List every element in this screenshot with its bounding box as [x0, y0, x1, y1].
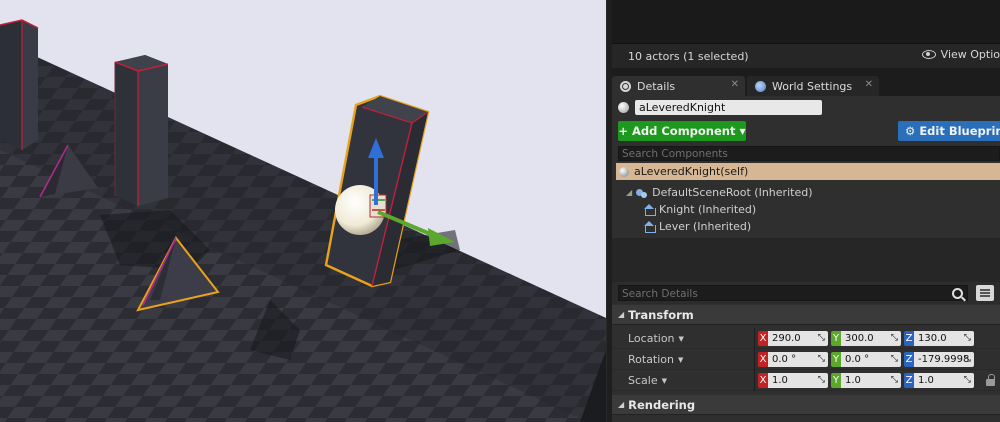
tree-item-default-scene-root[interactable]: ◢ DefaultSceneRoot (Inherited): [626, 184, 812, 201]
eye-icon: [921, 50, 936, 59]
edit-blueprint-button[interactable]: ⚙ Edit Blueprin: [898, 121, 1000, 141]
chevron-down-icon: ▼: [678, 355, 684, 364]
location-x[interactable]: X 290.0 ⤡: [758, 331, 828, 346]
chevron-down-icon: ▼: [661, 376, 667, 385]
scale-x[interactable]: X 1.0 ⤡: [758, 373, 828, 388]
location-label[interactable]: Location ▼: [628, 332, 684, 345]
tree-item-label: Knight (Inherited): [659, 203, 757, 216]
details-panel: aLeveredKnight + Add Component ▼ ⚙ Edit …: [612, 96, 1000, 422]
tab-details-label: Details: [637, 79, 676, 93]
location-row: Location ▼ X 290.0 ⤡ Y 300.0 ⤡ Z 130.0 ⤡: [612, 328, 1000, 349]
actor-count-label: 10 actors (1 selected): [628, 49, 749, 63]
lock-icon[interactable]: [986, 374, 995, 386]
scale-y[interactable]: Y 1.0 ⤡: [831, 373, 901, 388]
collapse-caret-icon: ◢: [618, 400, 625, 409]
actor-icon: [618, 101, 629, 113]
level-viewport[interactable]: [0, 0, 606, 422]
static-mesh-icon: [644, 220, 656, 233]
rotation-row: Rotation ▼ X 0.0 ° ⤡ Y 0.0 ° ⤡ Z -179.9998 ⤡: [612, 349, 1000, 370]
component-self-row[interactable]: aLeveredKnight(self): [616, 163, 1000, 180]
property-matrix-icon[interactable]: [976, 285, 994, 301]
static-mesh-icon: [644, 203, 656, 216]
scene-component-icon: [636, 187, 648, 199]
location-y[interactable]: Y 300.0 ⤡: [831, 331, 901, 346]
tree-item-label: Lever (Inherited): [659, 220, 752, 233]
rendering-category-label: Rendering: [628, 397, 696, 412]
actor-icon: [619, 166, 629, 177]
tab-close-icon[interactable]: ✕: [865, 79, 873, 90]
details-icon: [620, 80, 631, 92]
search-components-input[interactable]: Search Components: [618, 146, 1000, 161]
add-component-label: Add Component: [631, 124, 736, 138]
scale-row: Scale ▼ X 1.0 ⤡ Y 1.0 ⤡ Z 1.0 ⤡: [612, 370, 1000, 391]
pillar-left[interactable]: [0, 19, 39, 150]
scale-z-field[interactable]: 1.0 ⤡: [914, 373, 974, 388]
plus-icon: +: [618, 124, 628, 138]
location-x-field[interactable]: 290.0 ⤡: [768, 331, 828, 346]
rotation-x[interactable]: X 0.0 ° ⤡: [758, 352, 828, 367]
expand-caret-icon[interactable]: ◢: [626, 188, 632, 197]
scale-x-field[interactable]: 1.0 ⤡: [768, 373, 828, 388]
scale-z[interactable]: Z 1.0 ⤡: [904, 373, 974, 388]
component-self-label: aLeveredKnight(self): [634, 165, 749, 178]
tree-item-label: DefaultSceneRoot (Inherited): [652, 186, 813, 199]
location-z[interactable]: Z 130.0 ⤡: [904, 331, 974, 346]
chevron-down-icon: ▼: [678, 334, 684, 343]
search-details-input[interactable]: Search Details: [618, 285, 968, 301]
world-outliner-list[interactable]: [612, 0, 1000, 44]
tab-world-settings[interactable]: World Settings ✕: [747, 76, 879, 96]
edit-blueprint-label: Edit Blueprin: [919, 124, 1000, 138]
location-y-field[interactable]: 300.0 ⤡: [841, 331, 901, 346]
tab-details[interactable]: Details ✕: [612, 76, 745, 96]
right-panel: 10 actors (1 selected) View Optio Detail…: [612, 0, 1000, 422]
rotation-z-field[interactable]: -179.9998 ⤡: [914, 352, 974, 367]
rendering-category[interactable]: ◢ Rendering: [612, 395, 1000, 415]
view-options-button[interactable]: View Optio: [921, 48, 1000, 61]
location-z-field[interactable]: 130.0 ⤡: [914, 331, 974, 346]
tree-item-knight[interactable]: Knight (Inherited): [644, 201, 756, 218]
actor-name-row: aLeveredKnight: [612, 96, 1000, 118]
transform-category[interactable]: ◢ Transform: [612, 305, 1000, 325]
panel-tabs: Details ✕ World Settings ✕: [612, 76, 1000, 96]
scale-y-field[interactable]: 1.0 ⤡: [841, 373, 901, 388]
rotation-label[interactable]: Rotation ▼: [628, 353, 683, 366]
chevron-down-icon: ▼: [739, 126, 746, 136]
globe-icon: [755, 80, 766, 92]
viewport-scene[interactable]: [0, 0, 606, 422]
rotation-x-field[interactable]: 0.0 ° ⤡: [768, 352, 828, 367]
rotation-y-field[interactable]: 0.0 ° ⤡: [841, 352, 901, 367]
tree-item-lever[interactable]: Lever (Inherited): [644, 218, 751, 235]
world-outliner-footer: 10 actors (1 selected) View Optio: [612, 44, 1000, 68]
search-details-placeholder: Search Details: [622, 288, 698, 300]
transform-category-label: Transform: [628, 307, 694, 322]
actor-name-field[interactable]: aLeveredKnight: [635, 99, 822, 115]
search-icon[interactable]: [952, 288, 963, 299]
blueprint-icon: ⚙: [905, 124, 916, 138]
tab-world-settings-label: World Settings: [772, 79, 853, 93]
scale-label[interactable]: Scale ▼: [628, 374, 667, 387]
tab-close-icon[interactable]: ✕: [731, 79, 739, 90]
rotation-y[interactable]: Y 0.0 ° ⤡: [831, 352, 901, 367]
add-component-button[interactable]: + Add Component ▼: [618, 121, 746, 141]
pillar-middle[interactable]: [114, 55, 169, 206]
view-options-label: View Optio: [940, 48, 1000, 61]
collapse-caret-icon: ◢: [618, 310, 625, 319]
rotation-z[interactable]: Z -179.9998 ⤡: [904, 352, 974, 367]
